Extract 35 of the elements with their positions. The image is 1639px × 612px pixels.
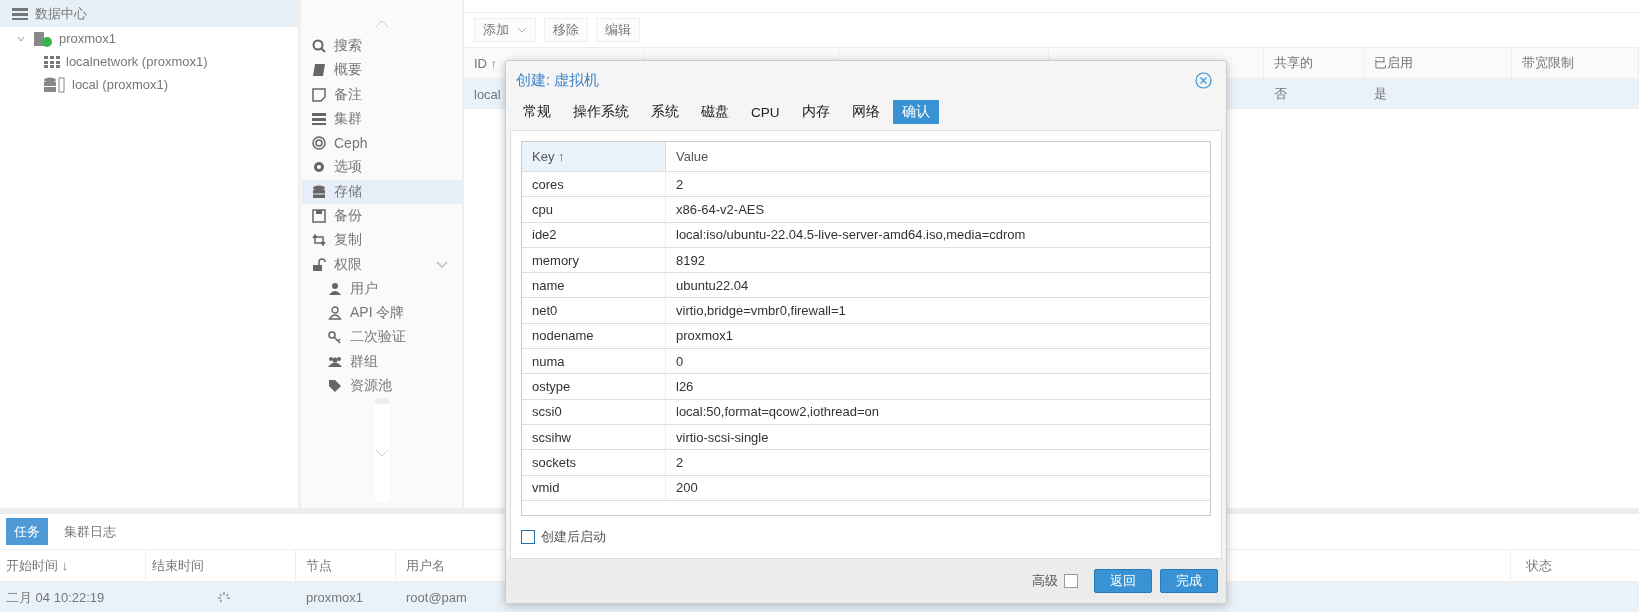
- checkbox-label: 高级: [1032, 572, 1058, 590]
- table-cell: nodename: [532, 328, 594, 344]
- checkbox-label: 创建后启动: [541, 528, 606, 546]
- table-cell: 8192: [676, 252, 705, 268]
- table-cell: l26: [676, 379, 694, 394]
- table-cell: sockets: [532, 454, 577, 470]
- table-cell: x86-64-v2-AES: [676, 201, 765, 217]
- table-cell: virtio-scsi-single: [676, 429, 769, 445]
- table-cell: scsihw: [532, 429, 571, 445]
- table-cell: 2: [676, 176, 684, 192]
- dialog-title: 创建: 虚拟机: [516, 71, 600, 90]
- table-cell: cpu: [532, 201, 553, 217]
- table-cell: virtio,bridge=vmbr0,firewall=1: [676, 303, 846, 319]
- table-cell: root@pam: [406, 590, 467, 605]
- table-cell: local:50,format=qcow2,iothread=on: [676, 404, 880, 420]
- table-cell: local:iso/ubuntu-22.04.5-live-server-amd64.iso,media=cdrom: [676, 227, 1026, 243]
- table-cell: scsi0: [532, 404, 562, 420]
- table-cell: memory: [532, 252, 579, 268]
- table-cell: 200: [676, 480, 698, 496]
- table-cell: net0: [532, 303, 558, 319]
- table-cell: ide2: [532, 227, 557, 243]
- table-cell: numa: [532, 353, 565, 369]
- table-cell: ubuntu22.04: [676, 277, 749, 293]
- table-cell: ostype: [532, 379, 571, 394]
- table-cell: 是: [1374, 85, 1387, 103]
- table-cell: name: [532, 277, 565, 293]
- table-cell: 0: [676, 353, 684, 369]
- table-cell: local: [474, 86, 501, 102]
- table-cell: 2: [676, 454, 684, 470]
- table-cell: 二月 04 10:22:19: [6, 588, 105, 607]
- table-cell: 否: [1274, 85, 1287, 103]
- table-cell: cores: [532, 176, 564, 192]
- table-cell: proxmox1: [676, 328, 734, 344]
- table-cell: vmid: [532, 480, 560, 496]
- table-cell: proxmox1: [306, 590, 364, 605]
